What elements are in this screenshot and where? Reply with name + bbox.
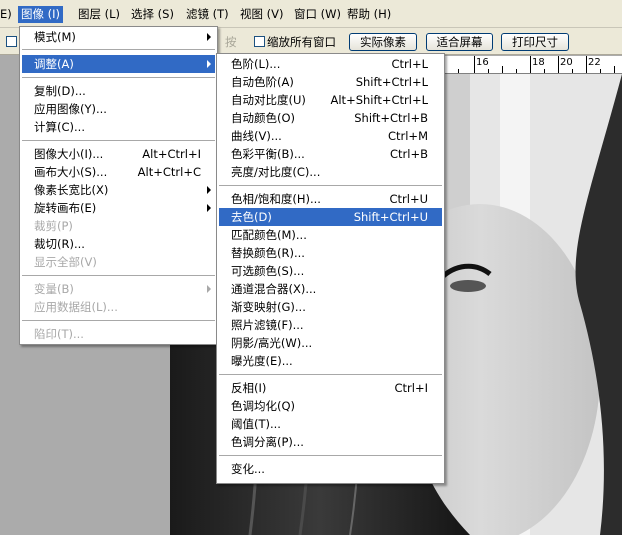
menu-item-gradient-map[interactable]: 渐变映射(G)... <box>219 298 442 316</box>
ruler-tick <box>586 56 587 73</box>
menu-item-shadow-highlight[interactable]: 阴影/高光(W)... <box>219 334 442 352</box>
menu-item-color-balance[interactable]: 色彩平衡(B)... Ctrl+B <box>219 145 442 163</box>
menu-view[interactable]: 视图 (V) <box>240 6 284 23</box>
faded-option-text: 按 <box>225 35 237 49</box>
submenu-arrow-icon <box>207 204 211 212</box>
ruler-tick <box>474 56 475 73</box>
ruler-label: 16 <box>476 57 489 68</box>
menu-item-mode[interactable]: 模式(M) <box>22 28 215 46</box>
submenu-arrow-icon <box>207 60 211 68</box>
menu-item-photo-filter[interactable]: 照片滤镜(F)... <box>219 316 442 334</box>
ruler-label: 20 <box>560 57 573 68</box>
menu-layer[interactable]: 图层 (L) <box>78 6 120 23</box>
menu-separator <box>22 140 215 142</box>
menu-item-hue-saturation[interactable]: 色相/饱和度(H)... Ctrl+U <box>219 190 442 208</box>
menu-item-apply-data-set: 应用数据组(L)... <box>34 300 118 314</box>
menu-separator <box>22 320 215 322</box>
left-checkbox[interactable] <box>6 36 17 47</box>
menu-item-selective-color[interactable]: 可选颜色(S)... <box>219 262 442 280</box>
ruler-tick <box>558 56 559 73</box>
ruler-tick <box>544 69 545 73</box>
menu-item-threshold[interactable]: 阈值(T)... <box>219 415 442 433</box>
submenu-arrow-icon <box>207 33 211 41</box>
menu-separator <box>219 374 442 376</box>
ruler-tick <box>600 69 601 73</box>
menu-item-curves[interactable]: 曲线(V)... Ctrl+M <box>219 127 442 145</box>
menu-item-exposure[interactable]: 曝光度(E)... <box>219 352 442 370</box>
menu-item-reveal-all: 显示全部(V) <box>34 255 97 269</box>
menu-item-invert[interactable]: 反相(I) Ctrl+I <box>219 379 442 397</box>
print-size-button[interactable]: 打印尺寸 <box>501 33 569 51</box>
ruler-label: 18 <box>532 57 545 68</box>
ruler-tick <box>516 69 517 73</box>
menu-item-calculations[interactable]: 计算(C)... <box>22 118 215 136</box>
menu-item-levels[interactable]: 色阶(L)... Ctrl+L <box>219 55 442 73</box>
ruler-tick <box>488 69 489 73</box>
menu-item-channel-mixer[interactable]: 通道混合器(X)... <box>219 280 442 298</box>
menu-select[interactable]: 选择 (S) <box>131 6 174 23</box>
menu-item-brightness-contrast[interactable]: 亮度/对比度(C)... <box>219 163 442 181</box>
menu-item-rotate-canvas[interactable]: 旋转画布(E) <box>22 199 215 217</box>
menu-item-auto-contrast[interactable]: 自动对比度(U) Alt+Shift+Ctrl+L <box>219 91 442 109</box>
actual-pixels-button[interactable]: 实际像素 <box>349 33 417 51</box>
submenu-arrow-icon <box>207 186 211 194</box>
menu-item-auto-color[interactable]: 自动颜色(O) Shift+Ctrl+B <box>219 109 442 127</box>
menu-item-variations[interactable]: 变化... <box>219 460 442 478</box>
menu-item-auto-levels[interactable]: 自动色阶(A) Shift+Ctrl+L <box>219 73 442 91</box>
menu-item-image-size[interactable]: 图像大小(I)... Alt+Ctrl+I <box>22 145 215 163</box>
ruler-tick <box>614 66 615 73</box>
menu-edit[interactable]: E) <box>0 6 12 23</box>
image-menu: 模式(M) 调整(A) 复制(D)... 应用图像(Y)... 计算(C)...… <box>19 26 218 345</box>
ruler-tick <box>530 56 531 73</box>
submenu-arrow-icon <box>207 285 211 293</box>
menu-item-trim[interactable]: 裁切(R)... <box>22 235 215 253</box>
menu-item-adjust[interactable]: 调整(A) <box>22 55 215 73</box>
resize-windows-label: 缩放所有窗口 <box>267 35 336 49</box>
menu-separator <box>22 77 215 79</box>
menu-item-replace-color[interactable]: 替换颜色(R)... <box>219 244 442 262</box>
menu-separator <box>219 185 442 187</box>
menu-item-equalize[interactable]: 色调均化(Q) <box>219 397 442 415</box>
adjustments-submenu: 色阶(L)... Ctrl+L 自动色阶(A) Shift+Ctrl+L 自动对比度… <box>216 53 445 484</box>
menu-item-duplicate[interactable]: 复制(D)... <box>22 82 215 100</box>
menu-item-pixel-aspect[interactable]: 像素长宽比(X) <box>22 181 215 199</box>
menu-help[interactable]: 帮助 (H) <box>347 6 391 23</box>
resize-windows-checkbox[interactable] <box>254 36 265 47</box>
menu-item-match-color[interactable]: 匹配颜色(M)... <box>219 226 442 244</box>
fit-screen-button[interactable]: 适合屏幕 <box>426 33 493 51</box>
ruler-tick <box>572 69 573 73</box>
menu-separator <box>219 455 442 457</box>
ruler-tick <box>502 66 503 73</box>
menu-item-desaturate[interactable]: 去色(D) Shift+Ctrl+U <box>219 208 442 226</box>
menu-filter[interactable]: 滤镜 (T) <box>186 6 229 23</box>
horizontal-ruler: 16 18 20 22 <box>440 56 622 74</box>
menu-item-trap: 陷印(T)... <box>34 327 84 341</box>
menu-item-crop: 裁剪(P) <box>34 219 73 233</box>
menu-item-apply-image[interactable]: 应用图像(Y)... <box>22 100 215 118</box>
menu-item-canvas-size[interactable]: 画布大小(S)... Alt+Ctrl+C <box>22 163 215 181</box>
ruler-tick <box>458 69 459 73</box>
menu-separator <box>22 49 215 51</box>
menu-image[interactable]: 图像 (I) <box>18 6 64 23</box>
menu-bar: E) 图像 (I) 图层 (L) 选择 (S) 滤镜 (T) 视图 (V) 窗口… <box>0 0 622 28</box>
menu-item-variables: 变量(B) <box>22 280 215 298</box>
menu-item-posterize[interactable]: 色调分离(P)... <box>219 433 442 451</box>
menu-window[interactable]: 窗口 (W) <box>294 6 341 23</box>
menu-separator <box>22 275 215 277</box>
ruler-label: 22 <box>588 57 601 68</box>
